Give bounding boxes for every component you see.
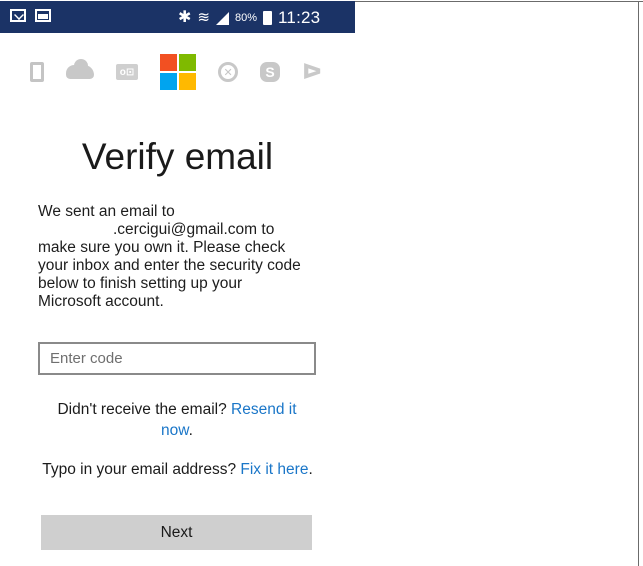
office-icon	[30, 62, 44, 82]
screenshot-right-border	[638, 1, 639, 566]
status-time: 11:23	[278, 8, 321, 27]
email-domain-text: .cercigui@gmail.com to	[113, 221, 275, 238]
description-line: Microsoft account.	[38, 293, 164, 310]
resend-link-text-2: now	[161, 422, 189, 439]
description-line: below to finish setting up your	[38, 275, 243, 292]
verification-description: We sent an email to .cercigui@gmail.com …	[38, 203, 328, 311]
onedrive-icon	[66, 59, 95, 79]
signal-icon	[215, 11, 229, 25]
wifi-icon: ≋	[197, 9, 210, 26]
mail-icon	[10, 9, 26, 22]
fix-email-link[interactable]: Fix it here	[240, 461, 308, 478]
page-title: Verify email	[81, 135, 274, 177]
resend-link-text: Resend it	[231, 401, 297, 418]
battery-icon	[263, 11, 273, 25]
microsoft-logo-green-square	[179, 54, 197, 71]
xbox-icon: ✕	[218, 62, 239, 82]
bluetooth-icon: ✱	[178, 9, 192, 26]
microsoft-logo-red-square	[160, 54, 178, 71]
microsoft-logo-yellow-square	[179, 73, 197, 90]
typo-suffix: .	[308, 461, 313, 478]
status-bar: ✱ ≋ 80% 11:23	[0, 1, 355, 33]
description-line: your inbox and enter the security code	[38, 257, 301, 274]
outlook-icon: o⊡	[116, 64, 139, 80]
security-code-input[interactable]	[38, 342, 316, 375]
microsoft-apps-row: o⊡ ✕ S ᐅ	[30, 54, 322, 90]
bing-icon: ᐅ	[302, 59, 322, 84]
status-left-icons	[10, 9, 51, 22]
next-button[interactable]: Next	[41, 515, 312, 550]
resend-prompt: Didn't receive the email? Resend it now.	[40, 399, 314, 441]
description-line: We sent an email to	[38, 203, 175, 220]
typo-prompt: Typo in your email address? Fix it here.	[0, 461, 355, 479]
resend-prompt-text: Didn't receive the email?	[57, 401, 232, 418]
status-right: ✱ ≋ 80% 11:23	[178, 8, 320, 28]
microsoft-logo-blue-square	[160, 73, 178, 90]
description-line-email: .cercigui@gmail.com to	[38, 221, 328, 239]
skype-icon: S	[260, 62, 281, 82]
phone-screen: ✱ ≋ 80% 11:23 o⊡ ✕ S ᐅ Verify email We s…	[0, 1, 355, 566]
microsoft-logo-icon	[160, 54, 197, 90]
typo-prompt-text: Typo in your email address?	[42, 461, 241, 478]
battery-percent: 80%	[234, 12, 258, 24]
resend-suffix: .	[188, 422, 193, 439]
description-line: make sure you own it. Please check	[38, 239, 286, 256]
gallery-icon	[35, 9, 51, 22]
